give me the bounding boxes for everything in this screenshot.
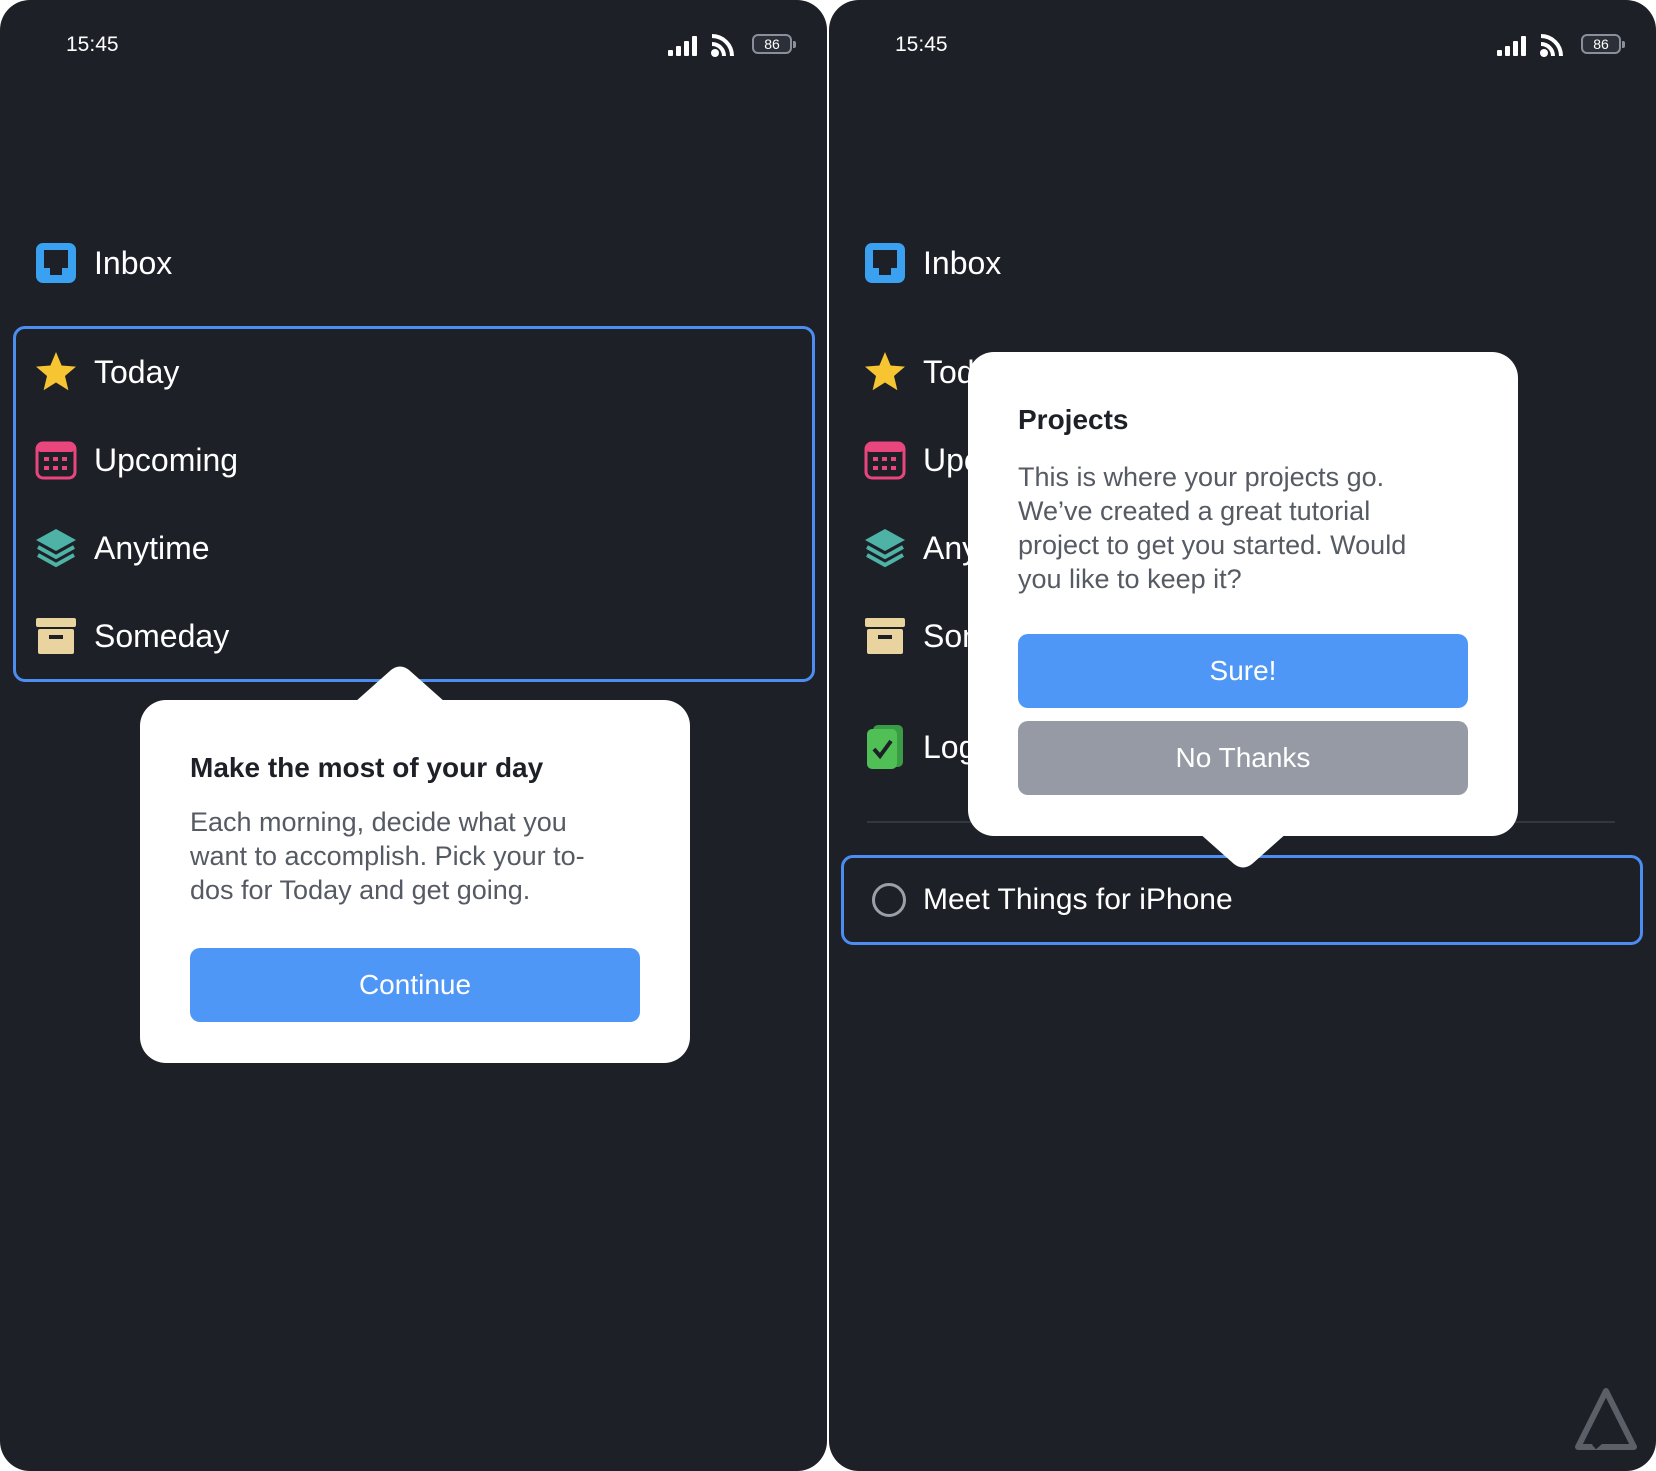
sidebar-item-today[interactable]: Today	[34, 347, 179, 397]
status-time: 15:45	[895, 33, 948, 56]
calendar-icon	[34, 438, 78, 482]
sidebar-item-label: Today	[94, 353, 180, 390]
signal-icon	[1497, 36, 1526, 56]
sidebar-item-anytime[interactable]: Anytime	[34, 523, 210, 573]
circle-checkbox-icon[interactable]	[867, 878, 911, 922]
continue-button[interactable]: Continue	[190, 948, 640, 1022]
sidebar-item-upcoming[interactable]: Upcoming	[34, 435, 238, 485]
battery-indicator: 86	[752, 34, 796, 54]
popover-arrow	[1198, 832, 1288, 868]
status-time: 15:45	[66, 33, 119, 56]
popover-title: Projects	[1018, 404, 1129, 435]
inbox-icon	[34, 241, 78, 285]
inbox-icon	[863, 241, 907, 285]
no-thanks-button[interactable]: No Thanks	[1018, 721, 1468, 795]
sidebar-item-inbox[interactable]: Inbox	[863, 238, 1001, 288]
layers-icon	[34, 526, 78, 570]
battery-indicator: 86	[1581, 34, 1625, 54]
calendar-icon	[863, 438, 907, 482]
right-screen: 15:45 86 Inbox Today Upcoming Anytime	[829, 0, 1656, 1471]
onboarding-popover: Make the most of your day Each morning, …	[140, 700, 690, 1063]
signal-icon	[668, 36, 697, 56]
popover-body: This is where your projects go. We’ve cr…	[1018, 462, 1407, 594]
projects-popover: Projects This is where your projects go.…	[968, 352, 1518, 836]
layers-icon	[863, 526, 907, 570]
sidebar-item-label: Inbox	[923, 244, 1002, 281]
logbook-icon	[863, 725, 907, 769]
popover-title: Make the most of your day	[190, 752, 544, 783]
sure-button[interactable]: Sure!	[1018, 634, 1468, 708]
sidebar-item-label: Inbox	[94, 244, 173, 281]
wifi-icon	[1540, 34, 1563, 57]
popover-arrow	[355, 666, 445, 702]
sidebar-item-label: Upcoming	[94, 441, 239, 478]
wifi-icon	[711, 34, 734, 57]
archive-icon	[863, 614, 907, 658]
star-icon	[863, 350, 907, 394]
project-title: Meet Things for iPhone	[923, 883, 1233, 916]
sidebar-item-label: Someday	[94, 617, 230, 654]
sidebar-item-label: Anytime	[94, 529, 210, 566]
sidebar-item-someday[interactable]: Someday	[34, 611, 229, 661]
popover-body: Each morning, decide what you want to ac…	[190, 807, 585, 905]
left-screen: 15:45 86 Inbox Today Upcoming Anytime So…	[0, 0, 827, 1471]
project-item[interactable]: Meet Things for iPhone	[867, 875, 1233, 925]
archive-icon	[34, 614, 78, 658]
watermark-logo	[1575, 1388, 1637, 1450]
sidebar-item-inbox[interactable]: Inbox	[34, 238, 172, 288]
star-icon	[34, 350, 78, 394]
